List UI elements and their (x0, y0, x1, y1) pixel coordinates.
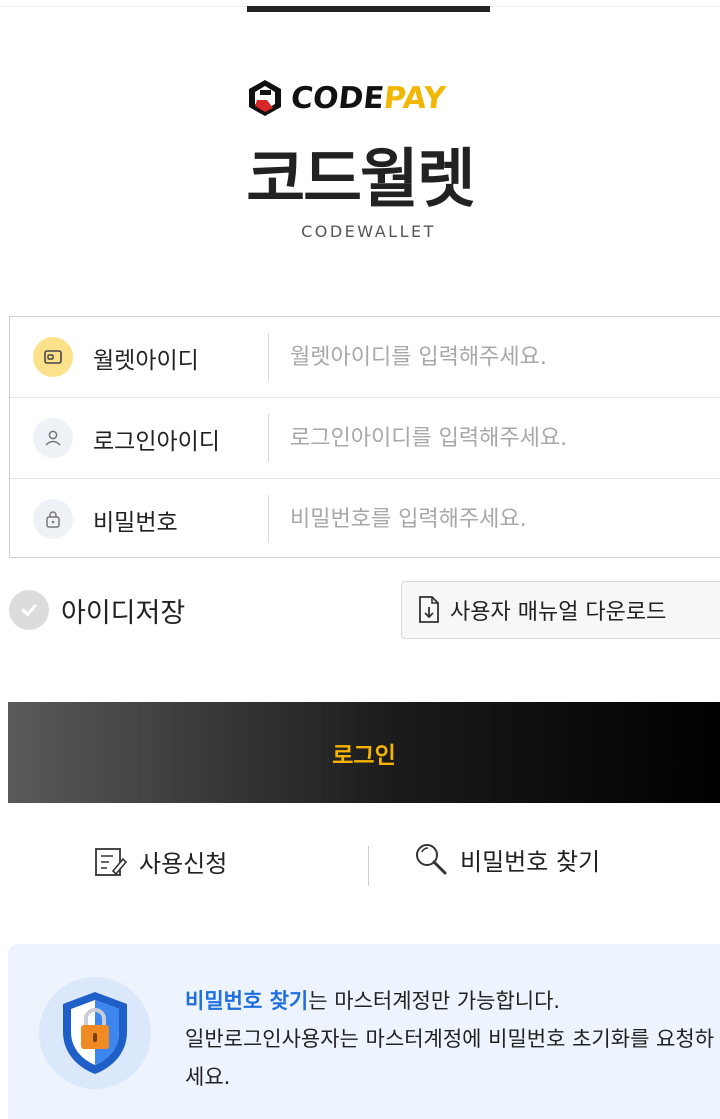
user-icon (33, 418, 73, 458)
auxiliary-links: 사용신청 비밀번호 찾기 (0, 838, 720, 892)
page-subtitle: CODEWALLET (301, 222, 436, 241)
top-indicator-bar (247, 6, 490, 12)
password-row: 비밀번호 (10, 479, 720, 560)
save-id-label: 아이디저장 (61, 597, 186, 629)
notice-highlight: 비밀번호 찾기 (185, 989, 309, 1013)
codepay-logo: CODEPAY (245, 78, 447, 118)
field-separator (268, 333, 269, 381)
login-button-label: 로그인 (332, 741, 396, 768)
login-form: 월렛아이디 로그인아이디 비밀번호 (9, 316, 720, 558)
manual-download-label: 사용자 매뉴얼 다운로드 (450, 600, 667, 625)
shield-lock-icon (39, 977, 151, 1089)
wallet-id-input[interactable] (282, 333, 720, 381)
codepay-logo-text: CODEPAY (289, 81, 447, 116)
apply-link-label: 사용신청 (139, 850, 228, 878)
apply-form-icon (95, 847, 128, 876)
login-id-input[interactable] (282, 414, 720, 462)
password-label: 비밀번호 (93, 510, 178, 536)
logo-pay-text: PAY (382, 80, 448, 116)
link-separator (368, 846, 369, 886)
apply-link[interactable]: 사용신청 (93, 844, 227, 879)
check-icon (9, 590, 49, 630)
logo-code-text: CODE (289, 80, 386, 116)
login-id-label: 로그인아이디 (93, 429, 220, 455)
page-title: 코드월렛 (246, 143, 476, 217)
password-notice: 비밀번호 찾기는 마스터계정만 가능합니다. 일반로그인사용자는 마스터계정에 … (8, 944, 720, 1119)
notice-line2: 일반로그인사용자는 마스터계정에 비밀번호 초기화를 요청하세요. (185, 1027, 715, 1089)
wallet-id-label: 월렛아이디 (93, 348, 199, 374)
wallet-icon (33, 337, 73, 377)
login-id-row: 로그인아이디 (10, 398, 720, 479)
field-separator (268, 414, 269, 462)
search-icon (416, 844, 447, 875)
password-input[interactable] (282, 495, 720, 543)
field-separator (268, 495, 269, 543)
login-button[interactable]: 로그인 (8, 702, 720, 803)
find-password-label: 비밀번호 찾기 (460, 847, 601, 876)
manual-download-button[interactable]: 사용자 매뉴얼 다운로드 (401, 581, 720, 639)
notice-text: 비밀번호 찾기는 마스터계정만 가능합니다. 일반로그인사용자는 마스터계정에 … (185, 982, 715, 1096)
find-password-link[interactable]: 비밀번호 찾기 (412, 840, 600, 878)
notice-line1: 는 마스터계정만 가능합니다. (308, 989, 561, 1013)
codepay-logo-icon (249, 80, 281, 116)
wallet-id-row: 월렛아이디 (10, 317, 720, 398)
file-download-icon (419, 596, 439, 623)
save-id-checkbox[interactable]: 아이디저장 (9, 590, 185, 630)
lock-icon (33, 499, 73, 539)
